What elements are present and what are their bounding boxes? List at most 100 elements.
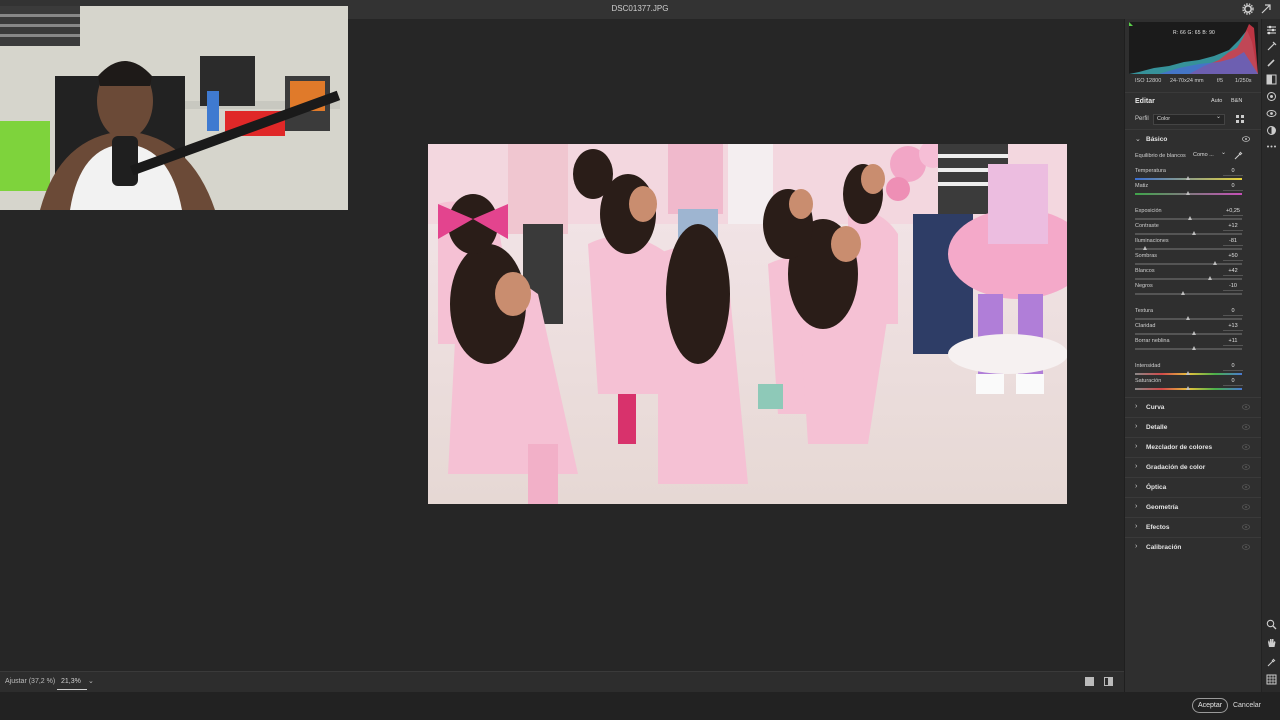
section-calibración[interactable]: › Calibración <box>1125 537 1262 557</box>
slider-label: Negros <box>1135 283 1153 289</box>
slider-saturación[interactable]: Saturación 0 <box>1125 378 1262 393</box>
brush-icon[interactable] <box>1266 57 1277 68</box>
cancel-button[interactable]: Cancelar <box>1233 698 1261 713</box>
zoom-bar: Ajustar (37,2 %) 21,3% ⌄ <box>0 671 1124 692</box>
slider-label: Blancos <box>1135 268 1155 274</box>
profile-select[interactable]: Color <box>1153 113 1225 125</box>
eye-icon[interactable] <box>1242 136 1250 142</box>
slider-track[interactable] <box>1135 333 1242 335</box>
accept-button[interactable]: Aceptar <box>1192 698 1228 713</box>
zoom-fit-option[interactable]: Ajustar (37,2 %) <box>5 678 55 685</box>
grid-icon[interactable] <box>1236 115 1244 123</box>
slider-thumb[interactable] <box>1208 276 1213 280</box>
single-view-icon[interactable] <box>1085 677 1094 686</box>
slider-track[interactable] <box>1135 248 1242 250</box>
slider-sombras[interactable]: Sombras +50 <box>1125 253 1262 268</box>
slider-blancos[interactable]: Blancos +42 <box>1125 268 1262 283</box>
rgb-readout: R: 66 G: 65 B: 90 <box>1173 30 1216 36</box>
section-geometría[interactable]: › Geometría <box>1125 497 1262 517</box>
slider-thumb[interactable] <box>1180 291 1185 295</box>
section-gradación-de-color[interactable]: › Gradación de color <box>1125 457 1262 477</box>
slider-thumb[interactable] <box>1143 246 1148 250</box>
hand-icon[interactable] <box>1266 637 1277 648</box>
chevron-down-icon[interactable]: ⌄ <box>88 677 94 685</box>
slider-track[interactable] <box>1135 233 1242 235</box>
eye-icon[interactable] <box>1242 464 1250 470</box>
slider-thumb[interactable] <box>1186 371 1190 375</box>
zoom-level-field[interactable]: 21,3% <box>57 675 87 690</box>
redeye-icon[interactable] <box>1266 91 1277 102</box>
slider-track[interactable] <box>1135 263 1242 265</box>
slider-value-field[interactable]: 0 <box>1223 183 1243 191</box>
slider-negros[interactable]: Negros -10 <box>1125 283 1262 298</box>
eye-icon[interactable] <box>1266 108 1277 119</box>
slider-exposición[interactable]: Exposición +0,25 <box>1125 208 1262 223</box>
slider-matiz[interactable]: Matiz 0 <box>1125 183 1262 198</box>
zoom-icon[interactable] <box>1266 619 1277 630</box>
auto-button[interactable]: Auto <box>1211 98 1222 104</box>
eye-icon[interactable] <box>1242 484 1250 490</box>
slider-thumb[interactable] <box>1186 176 1190 180</box>
slider-track[interactable] <box>1135 348 1242 350</box>
masking-icon[interactable] <box>1266 74 1277 85</box>
slider-label: Matiz <box>1135 183 1149 189</box>
section-óptica[interactable]: › Óptica <box>1125 477 1262 497</box>
gear-icon[interactable] <box>1242 3 1254 15</box>
slider-value-field[interactable]: 0 <box>1223 363 1243 371</box>
slider-iluminaciones[interactable]: Iluminaciones -81 <box>1125 238 1262 253</box>
slider-value-field[interactable]: 0 <box>1223 308 1243 316</box>
slider-textura[interactable]: Textura 0 <box>1125 308 1262 323</box>
slider-label: Temperatura <box>1135 168 1166 174</box>
slider-thumb[interactable] <box>1212 261 1217 265</box>
eye-icon[interactable] <box>1242 404 1250 410</box>
section-curva[interactable]: › Curva <box>1125 397 1262 417</box>
slider-value-field[interactable]: +12 <box>1223 223 1243 231</box>
presets-icon[interactable] <box>1266 125 1277 136</box>
section-mezclador-de-colores[interactable]: › Mezclador de colores <box>1125 437 1262 457</box>
bw-button[interactable]: B&N <box>1231 98 1242 104</box>
slider-track[interactable] <box>1135 293 1242 295</box>
more-icon[interactable] <box>1266 141 1277 152</box>
color-sampler-icon[interactable] <box>1266 657 1277 668</box>
slider-value-field[interactable]: -10 <box>1223 283 1243 291</box>
edit-sliders-icon[interactable] <box>1266 24 1277 35</box>
crop-icon[interactable] <box>1266 41 1277 52</box>
eye-icon[interactable] <box>1242 504 1250 510</box>
slider-contraste[interactable]: Contraste +12 <box>1125 223 1262 238</box>
eye-icon[interactable] <box>1242 424 1250 430</box>
section-basic[interactable]: ⌄ Básico <box>1125 129 1262 149</box>
slider-intensidad[interactable]: Intensidad 0 <box>1125 363 1262 378</box>
slider-thumb[interactable] <box>1192 346 1197 350</box>
slider-value-field[interactable]: +11 <box>1223 338 1243 346</box>
wb-select[interactable]: Como ... <box>1191 149 1227 161</box>
slider-borrar-neblina[interactable]: Borrar neblina +11 <box>1125 338 1262 353</box>
slider-claridad[interactable]: Claridad +13 <box>1125 323 1262 338</box>
slider-value-field[interactable]: -81 <box>1223 238 1243 246</box>
eye-icon[interactable] <box>1242 444 1250 450</box>
slider-temperatura[interactable]: Temperatura 0 <box>1125 168 1262 183</box>
chevron-right-icon: › <box>1135 423 1138 430</box>
eye-icon[interactable] <box>1242 524 1250 530</box>
slider-value-field[interactable]: +13 <box>1223 323 1243 331</box>
slider-value-field[interactable]: +0,25 <box>1223 208 1243 216</box>
slider-thumb[interactable] <box>1186 386 1190 390</box>
slider-value-field[interactable]: +50 <box>1223 253 1243 261</box>
slider-thumb[interactable] <box>1188 216 1193 220</box>
eye-icon[interactable] <box>1242 544 1250 550</box>
slider-thumb[interactable] <box>1192 231 1197 235</box>
slider-value-field[interactable]: 0 <box>1223 378 1243 386</box>
photo-preview[interactable] <box>428 144 1067 504</box>
before-after-view-icon[interactable] <box>1104 677 1113 686</box>
collapse-panel-icon[interactable] <box>1260 3 1272 15</box>
histogram: R: 66 G: 65 B: 90 <box>1129 22 1258 74</box>
slider-thumb[interactable] <box>1192 331 1197 335</box>
slider-value-field[interactable]: 0 <box>1223 168 1243 176</box>
slider-thumb[interactable] <box>1186 316 1190 320</box>
slider-thumb[interactable] <box>1186 191 1190 195</box>
section-detalle[interactable]: › Detalle <box>1125 417 1262 437</box>
section-efectos[interactable]: › Efectos <box>1125 517 1262 537</box>
grid-overlay-icon[interactable] <box>1266 674 1277 685</box>
slider-track[interactable] <box>1135 278 1242 280</box>
eyedropper-icon[interactable] <box>1234 151 1243 160</box>
slider-value-field[interactable]: +42 <box>1223 268 1243 276</box>
